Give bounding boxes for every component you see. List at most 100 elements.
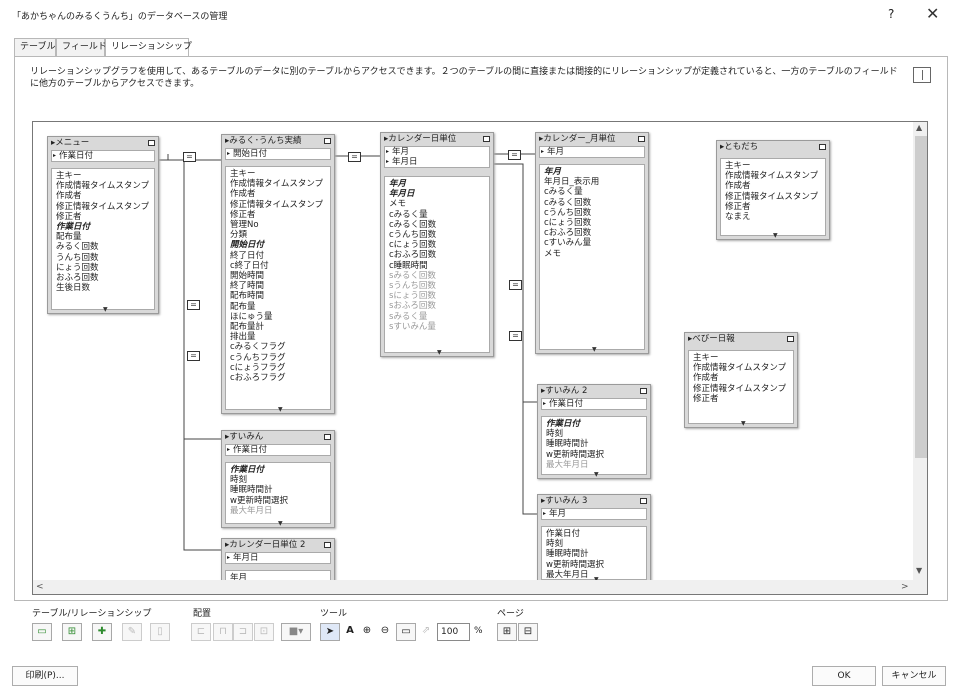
field-item[interactable]: 時刻 [230,475,326,485]
key-fields[interactable]: 年月日 [225,552,331,564]
add-relationship-icon[interactable]: ⊞ [62,623,82,641]
field-item[interactable]: cおふろ回数 [389,250,485,260]
key-fields[interactable]: 作業日付 [541,398,647,410]
field-item[interactable]: 作業日付 [56,222,150,232]
vertical-scrollbar[interactable]: ▲ ▼ [913,122,927,580]
key-fields[interactable]: 開始日付 [225,148,331,160]
field-list[interactable]: 主キー 作成情報タイムスタンプ 作成者 修正情報タイムスタンプ 修正者 なまえ [720,158,826,236]
field-item[interactable]: 年月 [389,179,485,189]
field-item[interactable]: おふろ回数 [56,273,150,283]
key-field[interactable]: 年月日 [227,553,328,563]
field-item[interactable]: 配布量 [230,302,326,312]
field-list[interactable]: 作業日付 時刻 睡眠時間計 w更新時間選択 最大年月日 [225,462,331,524]
field-item[interactable]: 分類 [230,230,326,240]
key-field[interactable]: 作業日付 [53,151,152,161]
zoom-out-icon[interactable]: ⊖ [375,623,395,641]
fit-window-icon[interactable]: ▭ [396,623,416,641]
table-box[interactable]: ▸すいみん 2作業日付作業日付時刻睡眠時間計w更新時間選択最大年月日▼ [537,384,651,479]
key-field[interactable]: 年月日 [386,157,487,167]
field-item[interactable]: 修正者 [230,210,326,220]
field-item[interactable]: 終了日付 [230,251,326,261]
field-list[interactable]: 作業日付 時刻 睡眠時間計 w更新時間選択 最大年月日 [541,416,647,475]
field-item[interactable]: にょう回数 [56,263,150,273]
field-item[interactable]: sうんち回数 [389,281,485,291]
relationship-marker[interactable]: = [509,280,522,290]
collapse-table-icon[interactable] [640,498,647,504]
key-fields[interactable]: 作業日付 [225,444,331,456]
field-item[interactable]: cおふろフラグ [230,373,326,383]
field-item[interactable]: cみるくフラグ [230,342,326,352]
field-item[interactable]: 作成情報タイムスタンプ [725,171,821,181]
graph-canvas[interactable]: = = = = = = = ▸メニュー作業日付主キー作成情報タイムスタンプ作成者… [33,122,913,588]
field-item[interactable]: メモ [389,199,485,209]
scroll-up-icon[interactable]: ▲ [916,123,922,132]
zoom-input[interactable]: 100 [437,623,470,641]
field-item[interactable]: 修正者 [693,394,789,404]
field-item[interactable]: 時刻 [546,539,642,549]
field-item[interactable]: c終了日付 [230,261,326,271]
zoom-in-icon[interactable]: ⊕ [357,623,377,641]
cancel-button[interactable]: キャンセル [882,666,946,686]
print-button[interactable]: 印刷(P)... [12,666,78,686]
edit-icon[interactable]: ✎ [122,623,142,641]
table-header[interactable]: ▸ともだち [717,141,829,154]
field-list[interactable]: 作業日付 時刻 睡眠時間計 w更新時間選択 最大年月日 [541,526,647,580]
field-item[interactable]: 配布量計 [230,322,326,332]
field-item[interactable]: 配布量 [56,232,150,242]
field-item[interactable]: 修正情報タイムスタンプ [693,384,789,394]
field-item[interactable]: 年月日_表示用 [544,177,640,187]
more-fields-icon[interactable]: ▼ [103,306,108,313]
field-item[interactable]: sにょう回数 [389,291,485,301]
field-item[interactable]: 排出量 [230,332,326,342]
field-item[interactable]: 作成者 [230,189,326,199]
field-item[interactable]: 主キー [693,353,789,363]
table-box[interactable]: ▸メニュー作業日付主キー作成情報タイムスタンプ作成者修正情報タイムスタンプ修正者… [47,136,159,314]
field-item[interactable]: cうんち回数 [389,230,485,240]
field-item[interactable]: w更新時間選択 [546,450,642,460]
relationship-marker[interactable]: = [187,351,200,361]
scroll-thumb[interactable] [915,136,927,458]
field-list[interactable]: 主キー 作成情報タイムスタンプ 作成者 修正情報タイムスタンプ 修正者 作業日付 配布量 みる… [51,168,155,310]
field-item[interactable]: 主キー [725,161,821,171]
table-header[interactable]: ▸メニュー [48,137,158,150]
field-item[interactable]: 終了時間 [230,281,326,291]
field-item[interactable]: cにょう回数 [389,240,485,250]
close-button[interactable]: ✕ [926,4,939,23]
pointer-tool-icon[interactable]: ➤ [320,623,340,641]
scroll-down-icon[interactable]: ▼ [916,566,922,575]
table-header[interactable]: ▸カレンダー日単位 2 [222,539,334,552]
collapse-table-icon[interactable] [483,136,490,142]
field-item[interactable]: 作成情報タイムスタンプ [56,181,150,191]
more-fields-icon[interactable]: ▼ [278,520,283,527]
field-list[interactable]: 主キー 作成情報タイムスタンプ 作成者 修正情報タイムスタンプ 修正者 管理No 分類 開始日… [225,166,331,410]
collapse-description-button[interactable] [913,67,931,83]
field-item[interactable]: sみるく回数 [389,271,485,281]
table-box[interactable]: ▸ともだち 主キー 作成情報タイムスタンプ 作成者 修正情報タイムスタンプ 修正者 なまえ ▼ [716,140,830,240]
table-box[interactable]: ▸カレンダー_月単位年月年月年月日_表示用cみるく量cみるく回数cうんち回数cに… [535,132,649,354]
field-item[interactable]: 配布時間 [230,291,326,301]
field-item[interactable]: w更新時間選択 [546,560,642,570]
field-item[interactable]: 修正者 [56,212,150,222]
field-item[interactable]: 生後日数 [56,283,150,293]
page-breaks-icon[interactable]: ⊟ [518,623,538,641]
table-box[interactable]: ▸カレンダー日単位年月年月日年月年月日メモcみるく量cみるく回数cうんち回数cに… [380,132,494,357]
relationship-marker[interactable]: = [183,152,196,162]
color-picker-icon[interactable]: ■▾ [281,623,311,641]
key-fields[interactable]: 年月 [541,508,647,520]
field-item[interactable]: 修正情報タイムスタンプ [56,202,150,212]
table-header[interactable]: ▸すいみん [222,431,334,444]
tab-tables[interactable]: テーブル [14,38,56,56]
field-item[interactable]: 年月日 [389,189,485,199]
tab-relationships[interactable]: リレーションシップ [105,38,192,57]
key-field[interactable]: 年月 [543,509,644,519]
add-table-icon[interactable]: ▭ [32,623,52,641]
more-fields-icon[interactable]: ▼ [278,406,283,413]
table-box[interactable]: ▸すいみん 3年月作業日付時刻睡眠時間計w更新時間選択最大年月日▼ [537,494,651,584]
horizontal-scrollbar[interactable]: < > [33,580,913,594]
field-item[interactable]: みるく回数 [56,242,150,252]
distribute-icon[interactable]: ⊐ [233,623,253,641]
table-box[interactable]: ▸すいみん作業日付作業日付時刻睡眠時間計w更新時間選択最大年月日▼ [221,430,335,528]
collapse-table-icon[interactable] [324,434,331,440]
field-item[interactable]: w更新時間選択 [230,496,326,506]
field-item[interactable]: 作成情報タイムスタンプ [693,363,789,373]
